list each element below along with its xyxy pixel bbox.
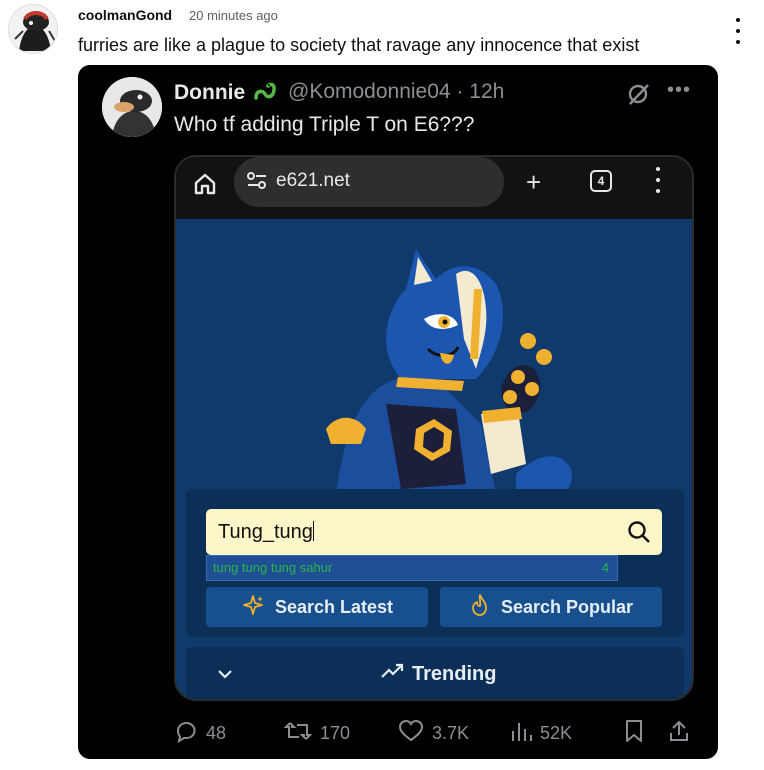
trending-icon [380, 662, 406, 686]
share-icon [668, 719, 690, 743]
views-action: 52K [510, 719, 572, 748]
reply-icon [174, 719, 198, 748]
search-value-text: Tung_tung [218, 521, 313, 543]
tweet-more-icon: ••• [667, 79, 692, 101]
tweet-action-bar: 48 170 3.7K 52K [78, 719, 718, 749]
autocomplete-suggestion: tung tung tung sahur 4 [206, 555, 618, 581]
flame-icon [469, 593, 491, 622]
tweet-author-name: Donnie [174, 80, 279, 108]
mascot-artwork [306, 219, 586, 494]
chevron-down-icon [216, 665, 234, 688]
reply-count: 48 [206, 723, 227, 743]
search-latest-label: Search Latest [274, 596, 394, 617]
retweet-count: 170 [320, 723, 351, 743]
trending-header: Trending [380, 662, 496, 686]
commenter-avatar[interactable] [8, 4, 58, 54]
search-panel: Tung_tung tung tung tung sahur 4 Search … [186, 489, 684, 637]
embedded-tweet-image: Donnie @Komodonnie04 · 12h Who tf adding… [78, 65, 718, 759]
browser-toolbar: e621.net + 4 [176, 157, 692, 219]
suggestion-count: 4 [601, 560, 609, 575]
url-text: e621.net [276, 170, 350, 191]
search-value: Tung_tung [218, 521, 314, 544]
new-tab-icon: + [526, 167, 542, 197]
search-icon [626, 519, 652, 550]
browser-screenshot: e621.net + 4 Tung_tung tung tung tung sa… [174, 155, 694, 701]
comment-timestamp[interactable]: 20 minutes ago [189, 8, 278, 23]
snake-emoji-icon [253, 80, 279, 108]
trending-section: Trending [186, 647, 684, 699]
like-action: 3.7K [398, 719, 469, 748]
like-count: 3.7K [432, 723, 470, 743]
retweet-icon [283, 719, 313, 748]
url-bar: e621.net [234, 157, 504, 207]
trending-label: Trending [412, 662, 497, 685]
home-icon [192, 171, 218, 202]
site-settings-icon [246, 171, 268, 196]
tab-switcher-icon: 4 [590, 170, 612, 192]
search-latest-button: Search Latest [206, 587, 428, 627]
comment-more-options-icon[interactable] [728, 18, 748, 44]
views-count: 52K [540, 723, 573, 743]
heart-icon [398, 719, 424, 748]
comment-text: furries are like a plague to society tha… [78, 35, 640, 55]
bookmark-icon [624, 719, 644, 743]
search-popular-label: Search Popular [500, 596, 634, 617]
tweet-avatar [102, 77, 162, 137]
e621-home: Tung_tung tung tung tung sahur 4 Search … [176, 219, 692, 699]
retweet-action: 170 [283, 719, 351, 748]
suggestion-term: tung tung tung sahur [213, 560, 333, 575]
sparkle-icon [241, 593, 265, 622]
tweet-text: Who tf adding Triple T on E6??? [174, 113, 475, 136]
tweet-handle: @Komodonnie04 · 12h [288, 80, 505, 103]
comment-author[interactable]: coolmanGond [78, 7, 172, 23]
search-popular-button: Search Popular [440, 587, 662, 627]
search-input: Tung_tung [206, 509, 662, 555]
views-icon [510, 719, 532, 748]
browser-menu-icon [654, 167, 662, 193]
reply-action: 48 [174, 719, 226, 748]
grok-icon [626, 81, 652, 112]
tweet-author-name-text: Donnie [174, 81, 246, 104]
